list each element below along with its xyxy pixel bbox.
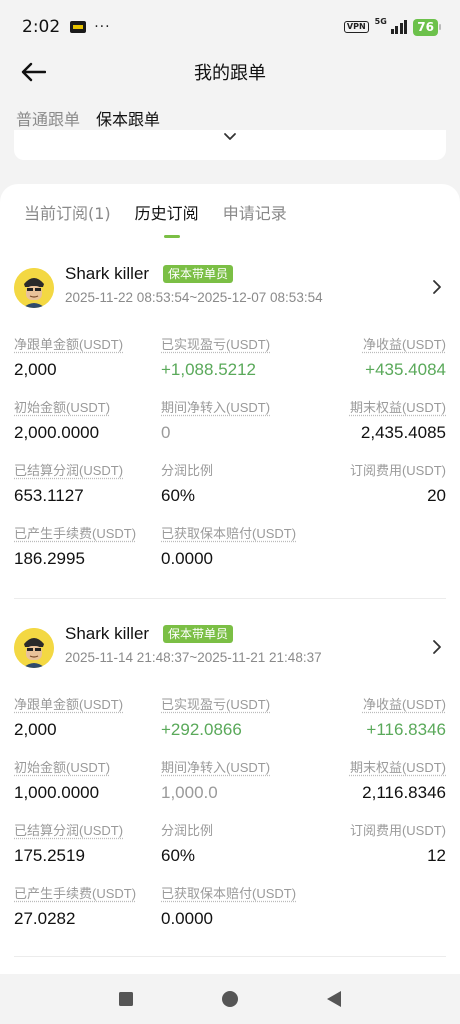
stat-value: 175.2519 [14,846,85,865]
stat-initial-amount: 初始金额(USDT) 1,000.0000 [14,757,164,803]
square-icon [119,992,133,1006]
stat-net-profit: 净收益(USDT) +116.8346 [296,694,446,740]
tab-current-subscriptions[interactable]: 当前订阅(1) [24,200,111,224]
stat-label[interactable]: 净跟单金额(USDT) [14,694,164,713]
stat-value: 2,000.0000 [14,423,100,442]
tab-application-records[interactable]: 申请记录 [223,200,287,224]
stat-net-follow-amount: 净跟单金额(USDT) 2,000 [14,334,164,380]
stat-label[interactable]: 已产生手续费(USDT) [14,523,164,542]
vpn-icon: VPN [343,21,369,33]
stat-label[interactable]: 净收益(USDT) [296,694,446,713]
stat-value: 12 [427,846,446,865]
stat-value: 1,000.0000 [14,783,100,802]
trader-name: Shark killer [65,264,150,283]
stat-label[interactable]: 已获取保本赔付(USDT) [161,883,331,902]
triangle-back-icon [327,991,341,1007]
stat-net-follow-amount: 净跟单金额(USDT) 2,000 [14,694,164,740]
network-type: 5G [374,16,387,26]
stat-value: 186.2995 [14,549,85,568]
subscription-period: 2025-11-22 08:53:54~2025-12-07 08:53:54 [65,290,323,305]
stat-value: 653.1127 [14,486,84,505]
home-button[interactable] [218,987,242,1011]
trader-badge: 保本带单员 [163,265,234,283]
stat-value: +435.4084 [365,360,446,379]
stat-value: 0.0000 [161,909,213,928]
stat-label[interactable]: 净跟单金额(USDT) [14,334,164,353]
stat-value: 2,000 [14,720,57,739]
stat-final-equity: 期末权益(USDT) 2,435.4085 [296,397,446,443]
back-button[interactable] [18,58,48,86]
subscription-panel: 当前订阅(1) 历史订阅 申请记录 Shark killer 保本带单员 202… [0,184,460,974]
arrow-left-icon [21,62,46,82]
mode-tabs: 普通跟单 保本跟单 [16,106,160,130]
chevron-right-icon [433,280,441,294]
system-back-button[interactable] [322,987,346,1011]
stat-value: 2,116.8346 [362,783,446,802]
stat-fees: 已产生手续费(USDT) 27.0282 [14,883,164,929]
stat-value: 27.0282 [14,909,76,928]
trader-badge: 保本带单员 [163,625,234,643]
stat-compensation: 已获取保本赔付(USDT) 0.0000 [161,523,331,569]
stat-value: 20 [427,486,446,505]
stat-label[interactable]: 初始金额(USDT) [14,757,164,776]
battery-icon: 76 [413,18,441,36]
stat-label[interactable]: 初始金额(USDT) [14,397,164,416]
stat-value: 2,000 [14,360,57,379]
chevron-down-icon [224,133,236,140]
status-bar: 2:02 ··· VPN 5G 76 [0,0,460,54]
tab-guaranteed-copy[interactable]: 保本跟单 [96,106,160,130]
circle-icon [222,991,238,1007]
app-notification-icon [70,21,87,33]
chevron-right-icon [433,640,441,654]
stat-label[interactable]: 已结算分润(USDT) [14,820,164,839]
record-header[interactable]: Shark killer 保本带单员 2025-11-14 21:48:37~2… [14,624,446,674]
sub-tabs: 当前订阅(1) 历史订阅 申请记录 [24,200,287,224]
more-notifications-icon: ··· [94,19,111,35]
stat-fees: 已产生手续费(USDT) 186.2995 [14,523,164,569]
page-title: 我的跟单 [194,63,266,84]
header: 我的跟单 [0,54,460,90]
stat-value: 0.0000 [161,549,213,568]
avatar [14,268,54,308]
stat-label[interactable]: 期末权益(USDT) [296,757,446,776]
status-time: 2:02 [22,17,61,37]
stat-label[interactable]: 期末权益(USDT) [296,397,446,416]
tab-history-subscriptions[interactable]: 历史订阅 [135,200,199,224]
subscription-period: 2025-11-14 21:48:37~2025-11-21 21:48:37 [65,650,322,665]
stat-initial-amount: 初始金额(USDT) 2,000.0000 [14,397,164,443]
stat-value: +116.8346 [366,720,446,739]
trader-name: Shark killer [65,624,150,643]
active-tab-indicator [164,235,180,238]
system-nav-bar [0,974,460,1024]
stat-label[interactable]: 已结算分润(USDT) [14,460,164,479]
stat-net-profit: 净收益(USDT) +435.4084 [296,334,446,380]
stat-subscription-fee: 订阅费用(USDT) 20 [296,460,446,506]
stat-final-equity: 期末权益(USDT) 2,116.8346 [296,757,446,803]
stat-settled-share: 已结算分润(USDT) 175.2519 [14,820,164,866]
avatar [14,628,54,668]
filter-dropdown[interactable] [14,130,446,160]
stat-value: 2,435.4085 [360,423,446,442]
stat-label[interactable]: 已获取保本赔付(USDT) [161,523,331,542]
record-divider [14,956,446,957]
signal-icon [390,20,408,34]
record-header[interactable]: Shark killer 保本带单员 2025-11-22 08:53:54~2… [14,264,446,314]
record-divider [14,598,446,599]
stat-label: 订阅费用(USDT) [349,823,446,838]
recents-button[interactable] [114,987,138,1011]
stat-label[interactable]: 已产生手续费(USDT) [14,883,164,902]
stat-compensation: 已获取保本赔付(USDT) 0.0000 [161,883,331,929]
stat-label: 订阅费用(USDT) [349,463,446,478]
tab-normal-copy[interactable]: 普通跟单 [16,106,80,130]
stat-label[interactable]: 净收益(USDT) [296,334,446,353]
stat-settled-share: 已结算分润(USDT) 653.1127 [14,460,164,506]
stat-subscription-fee: 订阅费用(USDT) 12 [296,820,446,866]
